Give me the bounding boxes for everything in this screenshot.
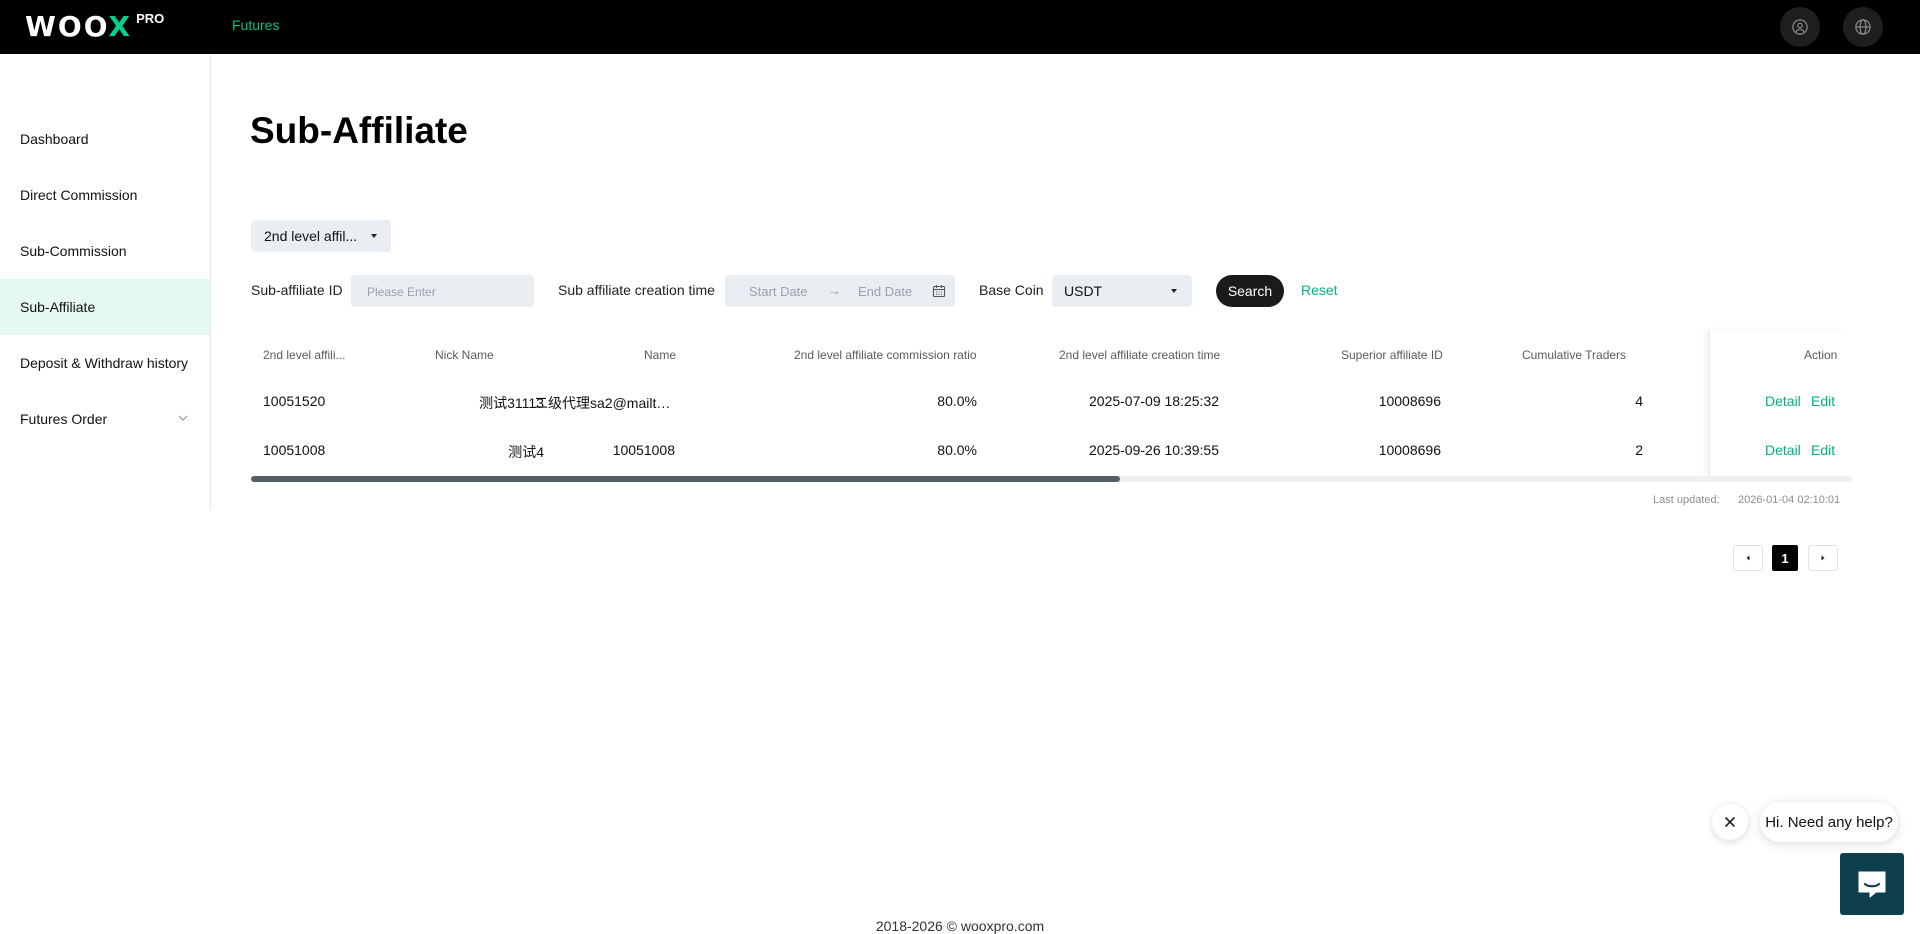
sidebar-item-label: Sub-Affiliate [20,299,96,315]
sidebar-item-direct-commission[interactable]: Direct Commission [0,167,210,223]
woox-pro-logo[interactable]: WOOX PRO [25,12,164,42]
sub-affiliate-table: 2nd level affili... Nick Name Name 2nd l… [251,330,1852,482]
cell-creation-time: 2025-07-09 18:25:32 [1089,393,1219,409]
sidebar-item-label: Deposit & Withdraw history [20,355,189,371]
sidebar-item-futures-order[interactable]: Futures Order [0,391,210,447]
input-placeholder: Please Enter [367,285,436,299]
base-coin-label: Base Coin [979,282,1044,298]
caret-down-icon [371,234,377,238]
start-date-input[interactable]: Start Date [749,284,808,299]
sidebar-item-label: Direct Commission [20,187,138,203]
base-coin-value: USDT [1064,283,1103,299]
cell-superior-id: 10008696 [1378,393,1441,409]
scrollbar-thumb[interactable] [251,476,1120,482]
column-header-name: Name [644,348,677,362]
level-select-dropdown[interactable]: 2nd level affil... [251,220,391,252]
column-header-cumulative-traders: Cumulative Traders [1522,348,1627,362]
chat-launcher-button[interactable] [1840,853,1904,915]
globe-icon [1855,19,1871,35]
chat-greeting-bubble[interactable]: Hi. Need any help? [1760,802,1898,842]
reset-button[interactable]: Reset [1301,282,1338,298]
cell-nick-name: 测试4 [508,444,544,460]
search-button[interactable]: Search [1216,275,1284,307]
chat-close-button[interactable] [1712,804,1748,840]
creation-time-label: Sub affiliate creation time [558,282,715,298]
level-select-value: 2nd level affil... [264,228,358,244]
sidebar-item-deposit-withdraw-history[interactable]: Deposit & Withdraw history [0,335,210,391]
last-updated-value: 2026-01-04 02:10:01 [1738,494,1841,506]
action-column: Action Detail Edit Detail Edit [1709,330,1852,478]
sub-affiliate-id-label: Sub-affiliate ID [251,282,343,298]
sidebar-item-sub-affiliate[interactable]: Sub-Affiliate [0,279,210,335]
page-title: Sub-Affiliate [250,110,468,151]
cell-nick-name: 测试31113 [479,395,544,411]
caret-down-icon [1171,289,1177,293]
profile-button[interactable] [1780,7,1820,47]
logo-wordmark: WOOX [25,10,133,43]
cell-id: 10051520 [263,393,326,409]
column-header-nick-name: Nick Name [435,348,494,362]
caret-left-icon [1746,555,1750,561]
caret-right-icon [1821,555,1825,561]
horizontal-scrollbar[interactable] [251,476,1852,482]
cell-commission-ratio: 80.0% [937,442,977,458]
cell-creation-time: 2025-09-26 10:39:55 [1089,442,1219,458]
cell-cumulative-traders: 2 [1635,442,1643,458]
column-header-action: Action [1804,348,1838,362]
top-navigation-bar: WOOX PRO Futures [0,0,1920,54]
end-date-input[interactable]: End Date [858,284,912,299]
close-icon [1724,816,1736,828]
logo-suffix: PRO [136,11,165,26]
sidebar-item-label: Sub-Commission [20,243,127,259]
edit-link[interactable]: Edit [1811,393,1835,409]
cell-superior-id: 10008696 [1378,442,1441,458]
edit-link[interactable]: Edit [1811,442,1835,458]
calendar-icon [932,285,946,298]
cell-cumulative-traders: 4 [1635,393,1643,409]
sidebar: Dashboard Direct Commission Sub-Commissi… [0,54,211,510]
last-updated-label: Last updated: [1653,494,1720,506]
sidebar-item-sub-commission[interactable]: Sub-Commission [0,223,210,279]
page-number-current[interactable]: 1 [1772,545,1798,571]
user-circle-icon [1792,19,1808,35]
sidebar-item-label: Futures Order [20,411,108,427]
detail-link[interactable]: Detail [1765,393,1801,409]
cell-commission-ratio: 80.0% [937,393,977,409]
language-button[interactable] [1843,7,1883,47]
column-header-commission-ratio: 2nd level affiliate commission ratio [794,348,977,362]
sub-affiliate-id-input[interactable]: Please Enter [351,275,534,307]
column-header-creation-time: 2nd level affiliate creation time [1059,348,1221,362]
cell-name: 二级代理sa2@mailt… [534,395,671,411]
sidebar-item-label: Dashboard [20,131,89,147]
cell-name: 10051008 [612,442,675,458]
column-header-id: 2nd level affili... [263,348,346,362]
nav-futures-link[interactable]: Futures [232,17,279,33]
column-header-superior-id: Superior affiliate ID [1341,348,1443,362]
chat-icon [1858,871,1886,898]
base-coin-select[interactable]: USDT [1052,275,1192,307]
range-arrow: → [828,283,841,298]
next-page-button[interactable] [1808,545,1838,571]
sidebar-item-dashboard[interactable]: Dashboard [0,111,210,167]
detail-link[interactable]: Detail [1765,442,1801,458]
cell-id: 10051008 [263,442,326,458]
prev-page-button[interactable] [1733,545,1763,571]
chevron-down-icon [178,415,188,421]
date-range-picker[interactable]: Start Date → End Date [725,275,955,307]
